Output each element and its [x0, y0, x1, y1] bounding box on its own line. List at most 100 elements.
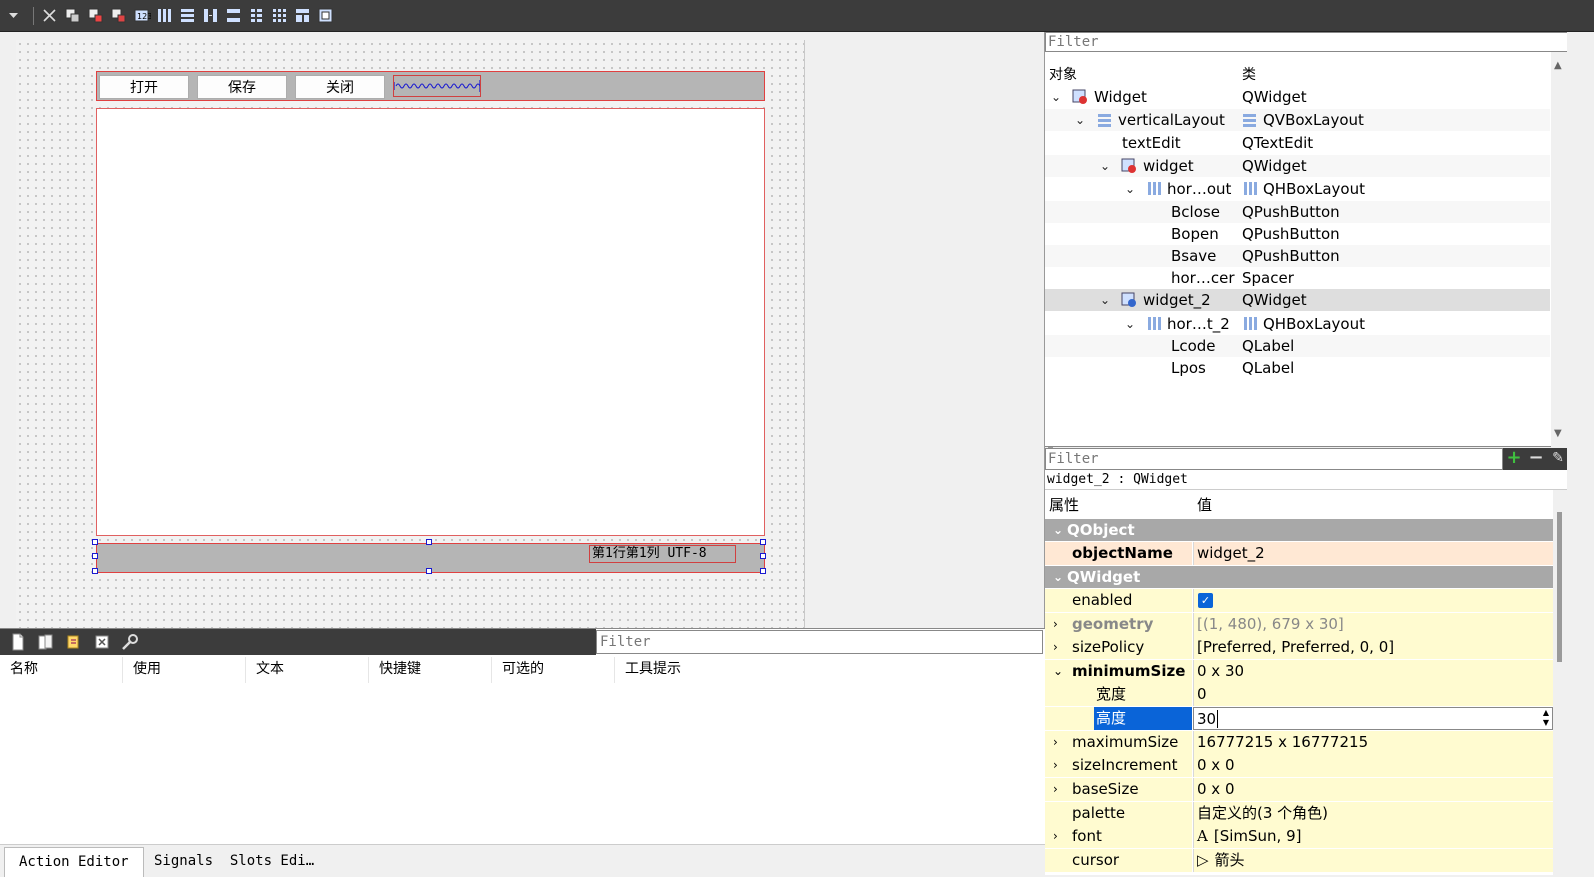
property-value[interactable]: 0 x 0 — [1193, 754, 1553, 777]
scrollbar-thumb[interactable] — [1557, 512, 1562, 662]
property-value[interactable]: [SimSun, 9] — [1214, 827, 1302, 845]
splitter-vertical-icon[interactable] — [224, 6, 243, 25]
tree-row-bclose[interactable]: Bclose QPushButton — [1045, 201, 1550, 223]
tree-row-lpos[interactable]: Lpos QLabel — [1045, 357, 1550, 379]
tree-row-bopen[interactable]: Bopen QPushButton — [1045, 223, 1550, 245]
property-minimumsize[interactable]: ⌄ minimumSize 0 x 30 — [1045, 660, 1553, 683]
group-qwidget[interactable]: ⌄ QWidget — [1045, 566, 1553, 589]
property-sizepolicy[interactable]: › sizePolicy [Preferred, Preferred, 0, 0] — [1045, 636, 1553, 659]
scroll-up-icon[interactable]: ▲ — [1554, 60, 1562, 71]
property-value[interactable]: 0 x 0 — [1193, 778, 1553, 801]
chevron-down-icon[interactable]: ⌄ — [1100, 289, 1112, 311]
column-header-shortcut[interactable]: 快捷键 — [369, 657, 492, 683]
property-width[interactable]: 宽度 0 — [1045, 683, 1553, 706]
resize-handle[interactable] — [760, 568, 766, 574]
column-header-used[interactable]: 使用 — [123, 657, 246, 683]
chevron-down-icon[interactable]: ⌄ — [1125, 313, 1137, 335]
property-value[interactable]: [Preferred, Preferred, 0, 0] — [1193, 636, 1553, 659]
resize-handle[interactable] — [426, 539, 432, 545]
layout-form-icon[interactable] — [247, 6, 266, 25]
adjust-size-icon[interactable] — [316, 6, 335, 25]
property-value[interactable]: 箭头 — [1215, 851, 1245, 869]
property-enabled[interactable]: enabled ✓ — [1045, 589, 1553, 612]
edit-tab-order-icon[interactable]: 123 — [132, 6, 152, 25]
tree-row-verticallayout[interactable]: ⌄ verticalLayout QVBoxLayout — [1045, 109, 1550, 131]
action-filter-input[interactable]: Filter — [596, 630, 1043, 654]
property-value[interactable]: 0 — [1193, 683, 1553, 706]
configure-icon[interactable]: ✎ — [1549, 450, 1567, 468]
object-tree-scrollbar[interactable]: ▲ ▼ — [1551, 52, 1567, 447]
column-header-text[interactable]: 文本 — [246, 657, 369, 683]
tab-action-editor[interactable]: Action Editor — [4, 847, 144, 877]
open-button[interactable]: 打开 — [99, 75, 189, 99]
new-action-icon[interactable] — [8, 632, 28, 652]
object-filter-input[interactable]: Filter — [1045, 32, 1594, 52]
position-label[interactable]: 第1行第1列 UTF-8 — [589, 545, 736, 563]
tree-row-spacer[interactable]: hor…cer Spacer — [1045, 267, 1550, 289]
property-value[interactable]: 16777215 x 16777215 — [1193, 731, 1553, 754]
property-font[interactable]: › font A [SimSun, 9] — [1045, 825, 1553, 848]
header-class[interactable]: 类 — [1242, 64, 1256, 84]
spin-arrows-icon[interactable]: ▲ ▼ — [1543, 708, 1549, 728]
copy-action-icon[interactable] — [36, 632, 56, 652]
resize-handle[interactable] — [426, 568, 432, 574]
edit-buddies-icon[interactable] — [109, 6, 128, 25]
chevron-right-icon[interactable]: › — [1053, 778, 1058, 801]
resize-handle[interactable] — [92, 568, 98, 574]
layout-vertical-icon[interactable] — [178, 6, 197, 25]
resize-handle[interactable] — [760, 553, 766, 559]
property-maximumsize[interactable]: › maximumSize 16777215 x 16777215 — [1045, 731, 1553, 754]
button-bar-widget[interactable]: 打开 保存 关闭 — [96, 71, 765, 101]
column-header-checkable[interactable]: 可选的 — [492, 657, 615, 683]
chevron-down-icon[interactable]: ⌄ — [1075, 109, 1087, 131]
tree-row-hbox-layout-2[interactable]: ⌄ hor…t_2 QHBoxLayout — [1045, 313, 1550, 335]
splitter-horizontal-icon[interactable] — [201, 6, 220, 25]
tree-row-textedit[interactable]: textEdit QTextEdit — [1045, 132, 1550, 154]
chevron-right-icon[interactable]: › — [1053, 731, 1058, 754]
edit-action-icon[interactable] — [64, 632, 84, 652]
header-value[interactable]: 值 — [1197, 492, 1212, 518]
property-cursor[interactable]: cursor ▷ 箭头 — [1045, 849, 1553, 872]
tree-row-bsave[interactable]: Bsave QPushButton — [1045, 245, 1550, 267]
chevron-down-icon[interactable]: ⌄ — [1053, 660, 1063, 683]
tree-row-widget-child[interactable]: ⌄ widget QWidget — [1045, 155, 1550, 177]
group-qobject[interactable]: ⌄ QObject — [1045, 519, 1553, 542]
property-basesize[interactable]: › baseSize 0 x 0 — [1045, 778, 1553, 801]
tree-row-lcode[interactable]: Lcode QLabel — [1045, 335, 1550, 357]
property-scrollbar[interactable] — [1553, 490, 1567, 875]
property-value[interactable]: 0 x 30 — [1193, 660, 1553, 683]
break-layout-icon[interactable] — [293, 6, 312, 25]
horizontal-spacer[interactable] — [393, 75, 481, 97]
configure-icon[interactable] — [120, 632, 140, 652]
chevron-down-icon[interactable]: ⌄ — [1051, 86, 1063, 108]
column-header-name[interactable]: 名称 — [0, 657, 123, 683]
property-sizeincrement[interactable]: › sizeIncrement 0 x 0 — [1045, 754, 1553, 777]
property-objectname[interactable]: objectName widget_2 — [1045, 542, 1553, 565]
close-tab-icon[interactable] — [40, 6, 59, 25]
chevron-right-icon[interactable]: › — [1053, 636, 1058, 659]
property-value[interactable]: 自定义的(3 个角色) — [1193, 802, 1553, 825]
tree-row-widget[interactable]: ⌄ Widget QWidget — [1045, 86, 1550, 108]
delete-action-icon[interactable] — [92, 632, 112, 652]
resize-handle[interactable] — [92, 553, 98, 559]
close-button[interactable]: 关闭 — [295, 75, 385, 99]
height-spinbox-input[interactable]: 30 — [1197, 710, 1216, 728]
edit-widgets-icon[interactable] — [63, 6, 82, 25]
property-filter-input[interactable]: Filter — [1045, 448, 1503, 470]
tree-row-hbox-layout[interactable]: ⌄ hor…out QHBoxLayout — [1045, 178, 1550, 200]
property-value[interactable]: [(1, 480), 679 x 30] — [1193, 613, 1553, 636]
chevron-down-icon[interactable]: ⌄ — [1053, 519, 1063, 542]
property-height[interactable]: 高度 30 ▲ ▼ — [1045, 707, 1553, 730]
property-geometry[interactable]: › geometry [(1, 480), 679 x 30] — [1045, 613, 1553, 636]
scroll-down-icon[interactable]: ▼ — [1554, 428, 1562, 439]
resize-handle[interactable] — [760, 539, 766, 545]
save-button[interactable]: 保存 — [197, 75, 287, 99]
layout-grid-icon[interactable] — [270, 6, 289, 25]
chevron-right-icon[interactable]: › — [1053, 825, 1058, 848]
enabled-checkbox[interactable]: ✓ — [1198, 593, 1213, 608]
property-palette[interactable]: palette 自定义的(3 个角色) — [1045, 802, 1553, 825]
remove-property-icon[interactable]: − — [1527, 449, 1545, 468]
menu-arrow-icon[interactable] — [4, 6, 23, 25]
chevron-right-icon[interactable]: › — [1053, 754, 1058, 777]
edit-signals-icon[interactable] — [86, 6, 105, 25]
